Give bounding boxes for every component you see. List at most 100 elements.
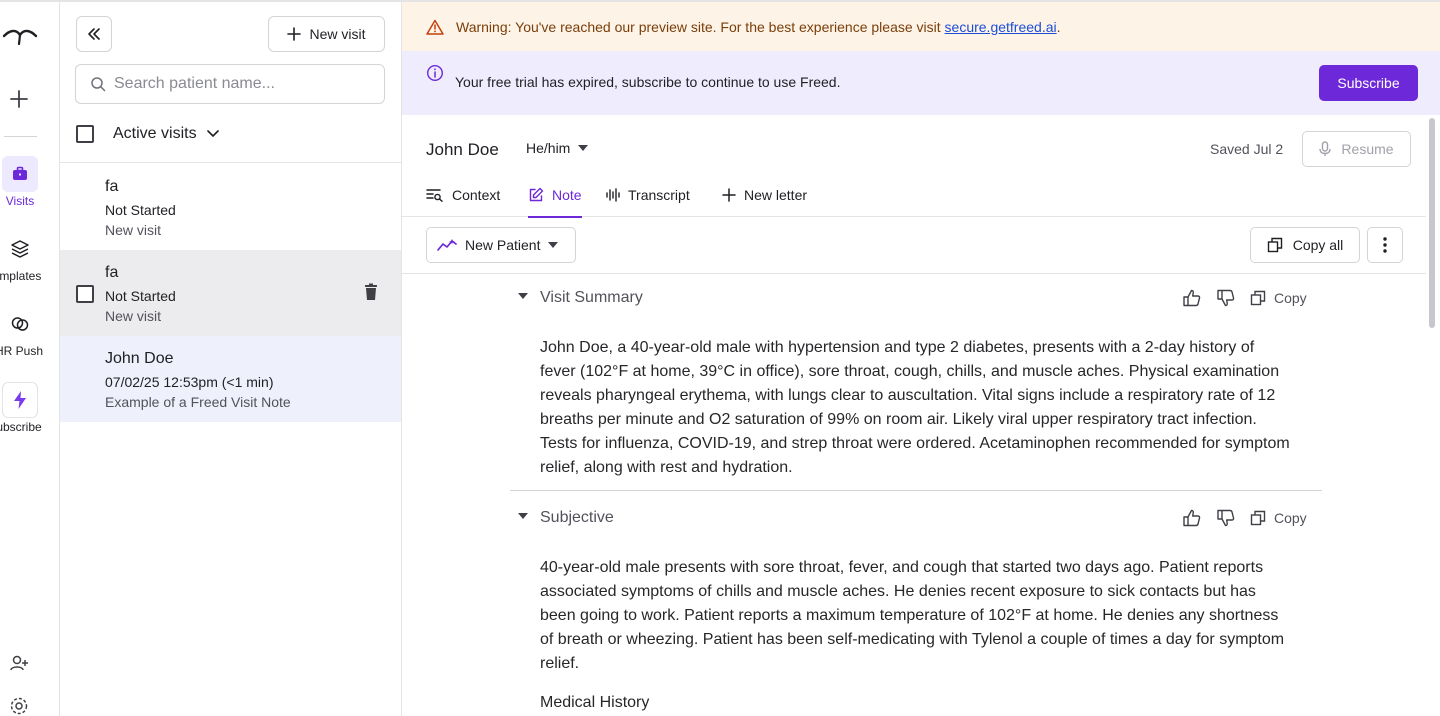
tab-context[interactable]: Context [426,176,500,217]
visit-status: Not Started [105,202,176,218]
section-header[interactable]: Visit Summary Copy [510,284,1320,314]
rail-item-ehr-push[interactable]: EHR Push [0,306,46,358]
note-main: Warning: You've reached our preview site… [402,0,1440,716]
more-options-button[interactable] [1367,227,1403,263]
section-actions: Copy [1182,508,1307,528]
copy-icon[interactable] [1250,290,1266,306]
search-input[interactable] [114,75,374,93]
trial-message: Your free trial has expired, subscribe t… [455,74,841,90]
tab-new-letter[interactable]: New letter [722,176,807,217]
visit-list-item[interactable]: fa Not Started New visit [60,164,401,250]
new-visit-button[interactable]: New visit [268,16,385,52]
pronoun-select[interactable]: He/him [526,140,589,156]
section-actions: Copy [1182,288,1307,308]
nav-rail: Visits Templates EHR Push Subscribe [0,0,60,716]
patient-name[interactable]: John Doe [426,140,499,160]
chevron-down-icon[interactable] [206,130,219,138]
kebab-menu-icon [1383,237,1387,253]
note-tabs: Context Note Transcript New letter [402,176,1426,218]
rail-item-templates[interactable]: Templates [0,231,46,283]
freed-logo-icon[interactable] [2,24,38,46]
template-label: New Patient [465,237,541,253]
edit-note-icon [529,187,544,201]
context-list-icon [426,188,443,202]
collapse-panel-button[interactable] [76,16,112,52]
visit-list-item[interactable]: fa Not Started New visit [60,250,401,336]
visit-checkbox[interactable] [76,285,94,303]
resume-label: Resume [1341,141,1394,157]
double-chevron-left-icon [88,28,100,40]
tab-label: Note [552,186,582,203]
tab-transcript[interactable]: Transcript [606,176,690,217]
visit-status: Not Started [105,288,176,304]
thumbs-up-icon[interactable] [1182,288,1202,308]
link-icon [11,317,29,331]
scrollbar[interactable] [1429,118,1435,328]
search-icon [91,77,106,92]
note-section-subjective: Subjective Copy 40-year-old male present… [510,504,1320,716]
section-divider [510,490,1322,491]
rail-item-subscribe[interactable]: Subscribe [0,382,46,434]
sparkline-icon [437,239,457,251]
add-user-icon[interactable] [8,652,30,674]
caret-down-icon[interactable] [518,513,528,519]
trash-icon[interactable] [363,283,379,301]
template-select[interactable]: New Patient [426,227,576,263]
visit-subtitle: New visit [105,222,162,238]
rail-item-label: EHR Push [0,344,44,358]
tab-label: New letter [744,186,808,203]
section-title: Visit Summary [540,289,643,306]
visit-status: 07/02/25 12:53pm (<1 min) [105,374,274,390]
resume-button[interactable]: Resume [1302,131,1411,167]
warning-banner: Warning: You've reached our preview site… [402,0,1440,51]
copy-section-button[interactable]: Copy [1274,290,1307,306]
pronoun-value: He/him [526,140,571,156]
copy-icon [1267,237,1282,253]
layers-icon [11,240,29,258]
thumbs-down-icon[interactable] [1216,508,1236,528]
tab-note[interactable]: Note [528,176,582,218]
rail-divider [4,136,37,137]
rail-item-visits[interactable]: Visits [0,156,40,208]
settings-gear-icon[interactable] [8,695,30,716]
visit-subtitle: New visit [105,308,162,324]
subscribe-button[interactable]: Subscribe [1319,65,1418,101]
visits-panel: New visit Active visits fa Not Started N… [60,0,402,716]
visits-filter[interactable]: Active visits [76,120,219,148]
note-toolbar: New Patient Copy all [402,217,1426,274]
warning-text: Warning: You've reached our preview site… [456,18,945,35]
visit-list-item[interactable]: John Doe 07/02/25 12:53pm (<1 min) Examp… [60,336,401,422]
section-title: Subjective [540,509,614,526]
thumbs-up-icon[interactable] [1182,508,1202,528]
select-all-checkbox[interactable] [76,125,94,143]
rail-item-label: Subscribe [0,420,42,434]
section-body[interactable]: 40-year-old male presents with sore thro… [540,556,1290,676]
caret-down-icon[interactable] [518,293,528,299]
visit-name: fa [105,178,119,195]
filter-label[interactable]: Active visits [113,125,197,143]
visit-name: John Doe [105,350,174,367]
thumbs-down-icon[interactable] [1216,288,1236,308]
note-section-visit-summary: Visit Summary Copy John Doe, a 40-year-o… [510,284,1320,494]
secure-site-link[interactable]: secure.getfreed.ai [945,19,1057,35]
audio-waveform-icon [606,187,620,202]
plus-icon [287,27,302,41]
rail-item-label: Visits [5,194,35,208]
copy-all-label: Copy all [1292,237,1344,253]
warning-triangle-icon [426,19,444,35]
section-subheading: Medical History [540,694,650,711]
copy-icon[interactable] [1250,510,1266,526]
warning-tail: . [1056,18,1061,35]
tab-label: Transcript [628,186,690,203]
section-body[interactable]: John Doe, a 40-year-old male with hypert… [540,336,1290,480]
info-icon [426,64,444,82]
visit-subtitle: Example of a Freed Visit Note [105,394,291,410]
section-header[interactable]: Subjective Copy [510,504,1320,534]
plus-icon[interactable] [8,88,30,110]
copy-all-button[interactable]: Copy all [1250,227,1360,263]
bolt-icon [14,391,26,409]
copy-section-button[interactable]: Copy [1274,510,1307,526]
patient-search[interactable] [75,64,385,104]
caret-down-icon [548,242,559,248]
tab-label: Context [452,186,501,203]
